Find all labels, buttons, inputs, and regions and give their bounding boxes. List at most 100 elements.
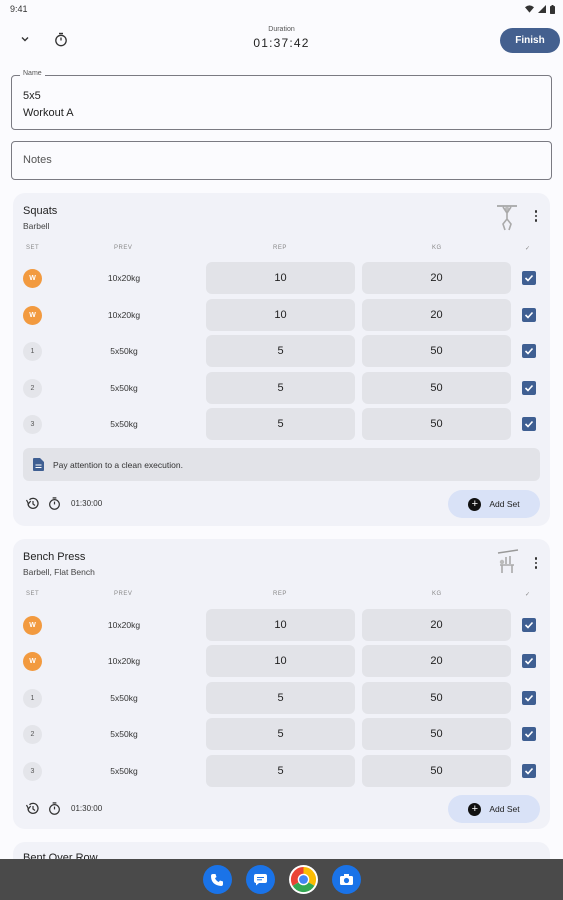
set-done-checkbox[interactable] bbox=[522, 271, 536, 285]
rep-input[interactable]: 10 bbox=[206, 299, 355, 331]
rep-input[interactable]: 5 bbox=[206, 682, 355, 714]
set-done-checkbox[interactable] bbox=[522, 727, 536, 741]
set-badge[interactable]: 1 bbox=[23, 689, 42, 708]
set-prev[interactable]: 5x50kg bbox=[83, 729, 165, 739]
kg-input[interactable]: 20 bbox=[362, 262, 511, 294]
set-badge[interactable]: W bbox=[23, 616, 42, 635]
set-prev[interactable]: 5x50kg bbox=[83, 766, 165, 776]
duration-label: Duration bbox=[268, 26, 295, 33]
set-badge[interactable]: 2 bbox=[23, 725, 42, 744]
col-set: SET bbox=[26, 245, 40, 251]
set-prev[interactable]: 10x20kg bbox=[83, 273, 165, 283]
exercise-footer: 01:30:00 + Add Set bbox=[23, 490, 550, 518]
notes-placeholder[interactable]: Notes bbox=[23, 154, 52, 166]
set-prev[interactable]: 10x20kg bbox=[83, 620, 165, 630]
set-badge[interactable]: W bbox=[23, 269, 42, 288]
messages-icon[interactable] bbox=[245, 865, 275, 894]
notes-field[interactable]: Notes bbox=[11, 141, 552, 180]
set-done-checkbox[interactable] bbox=[522, 308, 536, 322]
add-set-label: Add Set bbox=[489, 499, 520, 509]
set-done-checkbox[interactable] bbox=[522, 344, 536, 358]
wifi-icon bbox=[525, 5, 534, 13]
kg-input[interactable]: 50 bbox=[362, 718, 511, 750]
col-rep: REP bbox=[273, 591, 287, 597]
set-prev[interactable]: 10x20kg bbox=[83, 310, 165, 320]
rest-time[interactable]: 01:30:00 bbox=[71, 499, 102, 508]
set-done-checkbox[interactable] bbox=[522, 764, 536, 778]
set-done-checkbox[interactable] bbox=[522, 381, 536, 395]
kg-input[interactable]: 50 bbox=[362, 372, 511, 404]
bench-press-illustration-icon bbox=[497, 549, 519, 573]
name-field-value[interactable]: 5x5 Workout A bbox=[23, 88, 74, 122]
set-row: W 10x20kg 10 20 bbox=[13, 645, 550, 677]
rep-input[interactable]: 10 bbox=[206, 645, 355, 677]
phone-icon[interactable] bbox=[202, 865, 232, 894]
set-badge[interactable]: 3 bbox=[23, 415, 42, 434]
set-done-checkbox[interactable] bbox=[522, 691, 536, 705]
col-done: ✓ bbox=[525, 592, 531, 598]
set-done-checkbox[interactable] bbox=[522, 654, 536, 668]
set-badge[interactable]: 3 bbox=[23, 762, 42, 781]
workout-name-field[interactable]: Name 5x5 Workout A bbox=[11, 70, 552, 130]
note-document-icon bbox=[33, 458, 44, 471]
squat-illustration-icon bbox=[497, 205, 517, 231]
exercise-subtitle: Barbell bbox=[23, 221, 50, 231]
top-app-bar: Duration 01:37:42 Finish bbox=[0, 18, 563, 64]
exercise-title[interactable]: Squats bbox=[23, 205, 57, 217]
exercise-menu-icon[interactable] bbox=[528, 207, 544, 225]
rep-input[interactable]: 5 bbox=[206, 372, 355, 404]
kg-input[interactable]: 50 bbox=[362, 755, 511, 787]
finish-button[interactable]: Finish bbox=[500, 28, 560, 53]
history-icon[interactable] bbox=[25, 801, 40, 816]
kg-input[interactable]: 50 bbox=[362, 408, 511, 440]
set-prev[interactable]: 5x50kg bbox=[83, 419, 165, 429]
chrome-icon[interactable] bbox=[288, 865, 318, 894]
rep-input[interactable]: 10 bbox=[206, 262, 355, 294]
col-done: ✓ bbox=[525, 246, 531, 252]
history-icon[interactable] bbox=[25, 496, 40, 511]
set-badge[interactable]: 2 bbox=[23, 379, 42, 398]
rep-input[interactable]: 5 bbox=[206, 718, 355, 750]
camera-icon[interactable] bbox=[331, 865, 361, 894]
rep-input[interactable]: 5 bbox=[206, 335, 355, 367]
set-badge[interactable]: 1 bbox=[23, 342, 42, 361]
kg-input[interactable]: 50 bbox=[362, 682, 511, 714]
exercise-title[interactable]: Bench Press bbox=[23, 551, 85, 563]
exercise-menu-icon[interactable] bbox=[528, 554, 544, 572]
add-set-button[interactable]: + Add Set bbox=[448, 490, 540, 518]
note-text: Pay attention to a clean execution. bbox=[53, 459, 183, 470]
rep-input[interactable]: 5 bbox=[206, 755, 355, 787]
set-done-checkbox[interactable] bbox=[522, 618, 536, 632]
rep-input[interactable]: 5 bbox=[206, 408, 355, 440]
exercise-card-bench-press: Bench Press Barbell, Flat Bench SET PREV… bbox=[13, 539, 550, 829]
kg-input[interactable]: 20 bbox=[362, 299, 511, 331]
add-circle-icon: + bbox=[468, 497, 482, 511]
set-prev[interactable]: 5x50kg bbox=[83, 346, 165, 356]
system-dock bbox=[0, 859, 563, 900]
col-kg: KG bbox=[432, 245, 442, 251]
rest-timer-icon[interactable] bbox=[48, 801, 61, 816]
rest-time[interactable]: 01:30:00 bbox=[71, 804, 102, 813]
add-circle-icon: + bbox=[468, 802, 482, 816]
kg-input[interactable]: 50 bbox=[362, 335, 511, 367]
set-prev[interactable]: 10x20kg bbox=[83, 656, 165, 666]
set-row: 3 5x50kg 5 50 bbox=[13, 408, 550, 440]
col-prev: PREV bbox=[114, 245, 133, 251]
duration-value: 01:37:42 bbox=[253, 36, 310, 50]
rep-input[interactable]: 10 bbox=[206, 609, 355, 641]
set-row: W 10x20kg 10 20 bbox=[13, 299, 550, 331]
set-badge[interactable]: W bbox=[23, 652, 42, 671]
exercise-note[interactable]: Pay attention to a clean execution. bbox=[23, 448, 540, 481]
duration-display: Duration 01:37:42 bbox=[0, 26, 563, 50]
status-bar: 9:41 bbox=[0, 0, 563, 18]
set-prev[interactable]: 5x50kg bbox=[83, 693, 165, 703]
set-prev[interactable]: 5x50kg bbox=[83, 383, 165, 393]
add-set-button[interactable]: + Add Set bbox=[448, 795, 540, 823]
kg-input[interactable]: 20 bbox=[362, 645, 511, 677]
col-prev: PREV bbox=[114, 591, 133, 597]
exercise-subtitle: Barbell, Flat Bench bbox=[23, 567, 95, 577]
set-done-checkbox[interactable] bbox=[522, 417, 536, 431]
kg-input[interactable]: 20 bbox=[362, 609, 511, 641]
rest-timer-icon[interactable] bbox=[48, 496, 61, 511]
set-badge[interactable]: W bbox=[23, 306, 42, 325]
